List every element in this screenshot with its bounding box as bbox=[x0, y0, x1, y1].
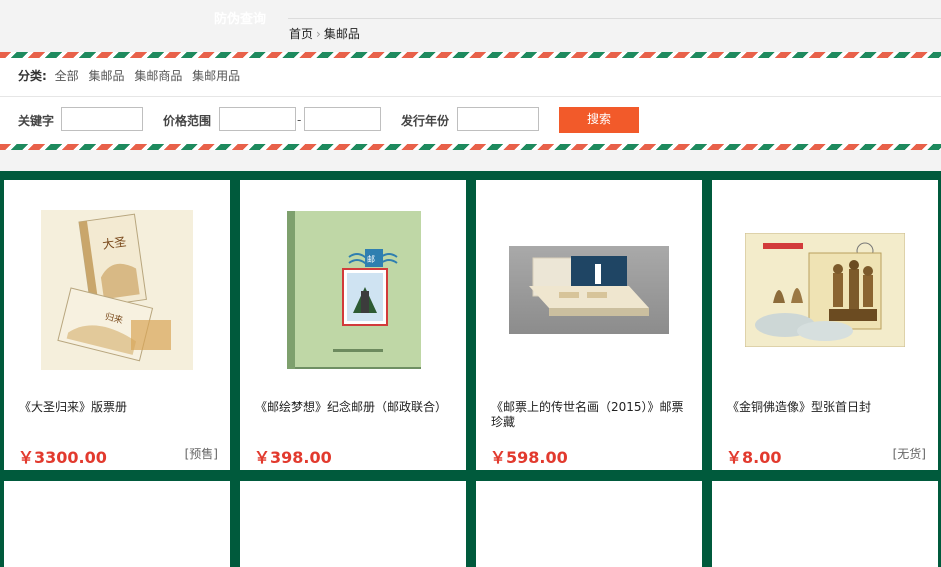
first-day-cover-image bbox=[745, 233, 905, 347]
product-name[interactable]: 《金铜佛造像》型张首日封 bbox=[727, 400, 927, 415]
product-image[interactable] bbox=[712, 180, 938, 400]
product-card[interactable] bbox=[476, 481, 702, 567]
stamp-album-image: 邮 bbox=[283, 209, 423, 371]
price-range-dash: - bbox=[297, 113, 302, 127]
category-philatelic-goods[interactable]: 集邮商品 bbox=[134, 69, 182, 83]
category-row: 分类: 全部 集邮品 集邮商品 集邮用品 bbox=[18, 67, 246, 84]
chevron-right-icon: › bbox=[316, 27, 321, 41]
stock-status-badge: [无货] bbox=[892, 447, 926, 461]
stamp-album-image bbox=[509, 246, 669, 334]
keyword-label: 关键字 bbox=[18, 114, 55, 128]
price-range-label: 价格范围 bbox=[163, 114, 212, 128]
category-philatelic[interactable]: 集邮品 bbox=[88, 69, 124, 83]
product-price: ￥8.00 bbox=[726, 448, 782, 467]
product-name[interactable]: 《邮票上的传世名画（2015）》邮票珍藏 bbox=[491, 400, 691, 430]
filter-divider bbox=[0, 96, 941, 97]
product-card[interactable] bbox=[712, 481, 938, 567]
search-row: 关键字 价格范围 - 发行年份 搜索 bbox=[0, 107, 941, 133]
breadcrumb-current: 集邮品 bbox=[323, 27, 360, 41]
product-card[interactable]: 大圣 归来 《大圣归来》版票册 ￥3300.00 [预售] bbox=[4, 180, 230, 470]
issue-year-input[interactable] bbox=[457, 107, 539, 131]
product-image[interactable]: 大圣 归来 bbox=[4, 180, 230, 400]
top-bar: 防伪查询 首页 › 集邮品 bbox=[0, 0, 941, 52]
product-grid: 大圣 归来 《大圣归来》版票册 ￥3300.00 [预售] 邮 《邮绘梦想》纪念… bbox=[0, 171, 941, 567]
product-card[interactable]: 《邮票上的传世名画（2015）》邮票珍藏 ￥598.00 bbox=[476, 180, 702, 470]
search-button[interactable]: 搜索 bbox=[559, 107, 639, 133]
price-max-input[interactable] bbox=[304, 107, 381, 131]
product-name[interactable]: 《邮绘梦想》纪念邮册（邮政联合） bbox=[255, 400, 455, 415]
svg-text:邮: 邮 bbox=[367, 254, 375, 264]
breadcrumb: 首页 › 集邮品 bbox=[289, 25, 360, 42]
product-price: ￥3300.00 bbox=[18, 448, 107, 467]
product-card[interactable]: 《金铜佛造像》型张首日封 ￥8.00 [无货] bbox=[712, 180, 938, 470]
filter-panel: 分类: 全部 集邮品 集邮商品 集邮用品 关键字 价格范围 - 发行年份 搜索 bbox=[0, 58, 941, 144]
airmail-stripe-bottom bbox=[0, 144, 941, 150]
product-image[interactable]: 邮 bbox=[240, 180, 466, 400]
product-card[interactable] bbox=[240, 481, 466, 567]
product-image[interactable] bbox=[476, 180, 702, 400]
price-min-input[interactable] bbox=[219, 107, 296, 131]
product-name[interactable]: 《大圣归来》版票册 bbox=[19, 400, 219, 415]
issue-year-label: 发行年份 bbox=[401, 114, 450, 128]
anti-fake-link[interactable]: 防伪查询 bbox=[214, 8, 266, 27]
product-card[interactable] bbox=[4, 481, 230, 567]
breadcrumb-divider bbox=[288, 18, 941, 19]
product-price: ￥398.00 bbox=[254, 448, 332, 467]
stamp-album-image: 大圣 归来 bbox=[41, 210, 193, 370]
category-all[interactable]: 全部 bbox=[55, 69, 79, 83]
breadcrumb-home-link[interactable]: 首页 bbox=[289, 27, 313, 41]
category-label: 分类: bbox=[18, 69, 47, 83]
keyword-input[interactable] bbox=[61, 107, 143, 131]
stock-status-badge: [预售] bbox=[184, 447, 218, 461]
product-card[interactable]: 邮 《邮绘梦想》纪念邮册（邮政联合） ￥398.00 bbox=[240, 180, 466, 470]
product-price: ￥598.00 bbox=[490, 448, 568, 467]
category-philatelic-supplies[interactable]: 集邮用品 bbox=[192, 69, 240, 83]
